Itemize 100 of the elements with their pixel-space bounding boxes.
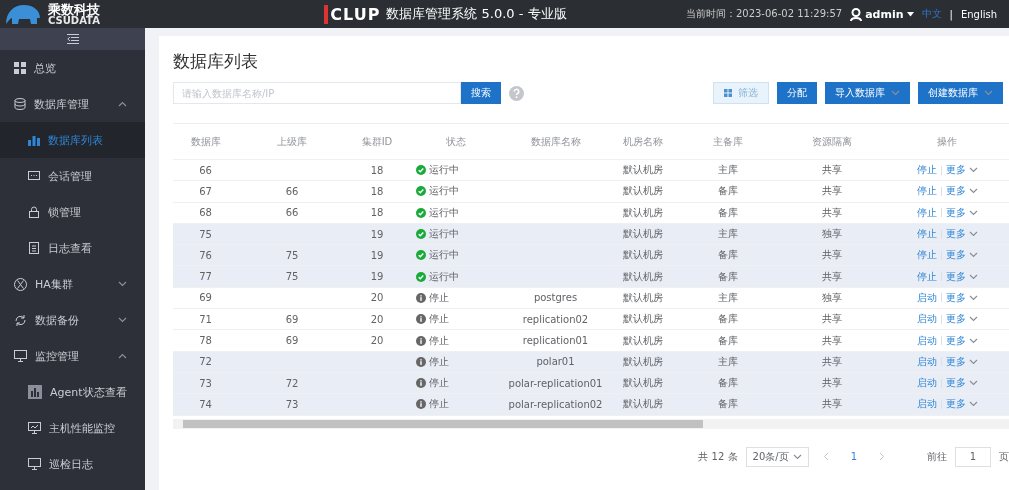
row-action-link[interactable]: 停止 bbox=[916, 269, 937, 284]
more-dropdown[interactable]: 更多 bbox=[945, 184, 978, 199]
chart-badge-icon bbox=[28, 385, 42, 399]
table-cell: 19 bbox=[370, 249, 384, 261]
more-dropdown[interactable]: 更多 bbox=[945, 397, 978, 412]
table-cell: 默认机房 bbox=[623, 185, 663, 197]
table-cell: 默认机房 bbox=[623, 355, 663, 367]
status-text: 停止 bbox=[429, 354, 449, 369]
monitor-icon bbox=[28, 422, 41, 434]
row-action-link[interactable]: 停止 bbox=[916, 163, 937, 178]
more-dropdown[interactable]: 更多 bbox=[945, 376, 978, 391]
sidebar-item[interactable]: 数据库管理 bbox=[0, 86, 145, 122]
table-cell: 19 bbox=[370, 228, 384, 240]
status-text: 运行中 bbox=[429, 184, 459, 199]
sidebar-item[interactable]: 数据库列表 bbox=[0, 122, 145, 158]
sidebar-item[interactable]: 日志查看 bbox=[0, 230, 145, 266]
page-size-select[interactable]: 20条/页 bbox=[745, 446, 809, 467]
sidebar-item[interactable]: Agent状态查看 bbox=[0, 374, 145, 410]
menu-collapse-icon[interactable] bbox=[66, 34, 79, 44]
table-cell: 18 bbox=[370, 185, 384, 197]
sidebar-item[interactable]: 数据备份 bbox=[0, 302, 145, 338]
row-action-link[interactable]: 启动 bbox=[916, 354, 937, 369]
page-unit: 页 bbox=[999, 449, 1009, 464]
table-cell: polar-replication01 bbox=[508, 377, 603, 389]
more-dropdown[interactable]: 更多 bbox=[945, 269, 978, 284]
row-action-link[interactable]: 停止 bbox=[916, 227, 937, 242]
caret-icon bbox=[968, 188, 978, 195]
table-cell: polar-replication02 bbox=[508, 398, 603, 410]
column-header: 资源隔离 bbox=[811, 135, 852, 147]
table-cell: 69 bbox=[199, 292, 212, 304]
table-cell: 备库 bbox=[718, 249, 738, 261]
table-cell: 72 bbox=[199, 356, 212, 368]
scrollbar-thumb[interactable] bbox=[183, 419, 703, 428]
row-action-link[interactable]: 停止 bbox=[916, 205, 937, 220]
more-dropdown[interactable]: 更多 bbox=[945, 290, 978, 305]
column-header: 数据库名称 bbox=[530, 135, 581, 147]
row-action-link[interactable]: 启动 bbox=[916, 397, 937, 412]
chevron-icon bbox=[118, 101, 127, 107]
caret-icon bbox=[968, 252, 978, 259]
caret-icon bbox=[968, 167, 978, 174]
table-cell: polar01 bbox=[536, 356, 575, 368]
table-cell: 76 bbox=[199, 249, 212, 261]
table-cell: 75 bbox=[285, 271, 299, 283]
sidebar-item[interactable]: 监控管理 bbox=[0, 338, 145, 374]
more-dropdown[interactable]: 更多 bbox=[945, 333, 978, 348]
table-cell: 72 bbox=[285, 377, 299, 389]
row-action-link[interactable]: 启动 bbox=[916, 333, 937, 348]
dropdown-button[interactable]: 导入数据库 bbox=[825, 82, 910, 104]
table-cell: 共享 bbox=[821, 206, 842, 218]
sidebar-item[interactable]: 会话管理 bbox=[0, 158, 145, 194]
table-cell: 主库 bbox=[718, 291, 738, 303]
table-cell: 68 bbox=[199, 207, 212, 219]
table-cell: 独享 bbox=[821, 291, 842, 303]
table-cell: 共享 bbox=[821, 185, 842, 197]
more-dropdown[interactable]: 更多 bbox=[945, 248, 978, 263]
sidebar-item[interactable]: HA集群 bbox=[0, 266, 145, 302]
status-text: 运行中 bbox=[429, 227, 459, 242]
table-cell: 18 bbox=[370, 207, 384, 219]
more-dropdown[interactable]: 更多 bbox=[945, 354, 978, 369]
row-action-link[interactable]: 停止 bbox=[916, 248, 937, 263]
table-cell: 20 bbox=[370, 313, 384, 325]
dropdown-button[interactable]: 创建数据库 bbox=[918, 82, 1003, 104]
more-dropdown[interactable]: 更多 bbox=[945, 205, 978, 220]
sidebar-item[interactable]: 锁管理 bbox=[0, 194, 145, 230]
table-cell: replication02 bbox=[522, 313, 589, 325]
table-cell: 共享 bbox=[821, 249, 842, 261]
language-link[interactable]: English bbox=[960, 8, 997, 20]
page-input[interactable]: 1 bbox=[955, 446, 991, 467]
sidebar-item[interactable]: 主机性能监控 bbox=[0, 410, 145, 446]
sidebar-item[interactable]: 总览 bbox=[0, 50, 145, 86]
caret-icon[interactable] bbox=[906, 11, 914, 17]
row-action-link[interactable]: 停止 bbox=[916, 184, 937, 199]
page-number[interactable]: 1 bbox=[842, 451, 865, 463]
column-header: 状态 bbox=[445, 135, 466, 147]
row-action-link[interactable]: 启动 bbox=[916, 376, 937, 391]
caret-icon bbox=[968, 273, 978, 280]
user-icon[interactable] bbox=[850, 7, 863, 21]
table-cell: 66 bbox=[285, 185, 299, 197]
row-action-link[interactable]: 启动 bbox=[916, 312, 937, 327]
table-cell: 默认机房 bbox=[623, 377, 663, 389]
table-cell: 默认机房 bbox=[623, 313, 663, 325]
table-cell: postgres bbox=[533, 292, 578, 304]
more-dropdown[interactable]: 更多 bbox=[945, 163, 978, 178]
table-cell: 共享 bbox=[821, 355, 842, 367]
search-button[interactable]: 搜索 bbox=[461, 82, 501, 104]
more-dropdown[interactable]: 更多 bbox=[945, 227, 978, 242]
monitor-icon bbox=[14, 350, 27, 362]
table-cell: 默认机房 bbox=[623, 228, 663, 240]
status-text: 停止 bbox=[429, 333, 449, 348]
sidebar-item[interactable]: 巡检日志 bbox=[0, 446, 145, 482]
language-link[interactable]: 中文 bbox=[921, 7, 942, 21]
username[interactable]: admin bbox=[865, 7, 904, 21]
row-action-link[interactable]: 启动 bbox=[916, 290, 937, 305]
help-icon[interactable] bbox=[509, 85, 524, 101]
table-cell: 75 bbox=[199, 228, 212, 240]
action-button[interactable]: 分配 bbox=[777, 82, 817, 104]
total-count: 共 12 条 bbox=[698, 449, 738, 464]
table-cell: 备库 bbox=[718, 270, 738, 282]
more-dropdown[interactable]: 更多 bbox=[945, 312, 978, 327]
table-cell: 78 bbox=[199, 335, 212, 346]
